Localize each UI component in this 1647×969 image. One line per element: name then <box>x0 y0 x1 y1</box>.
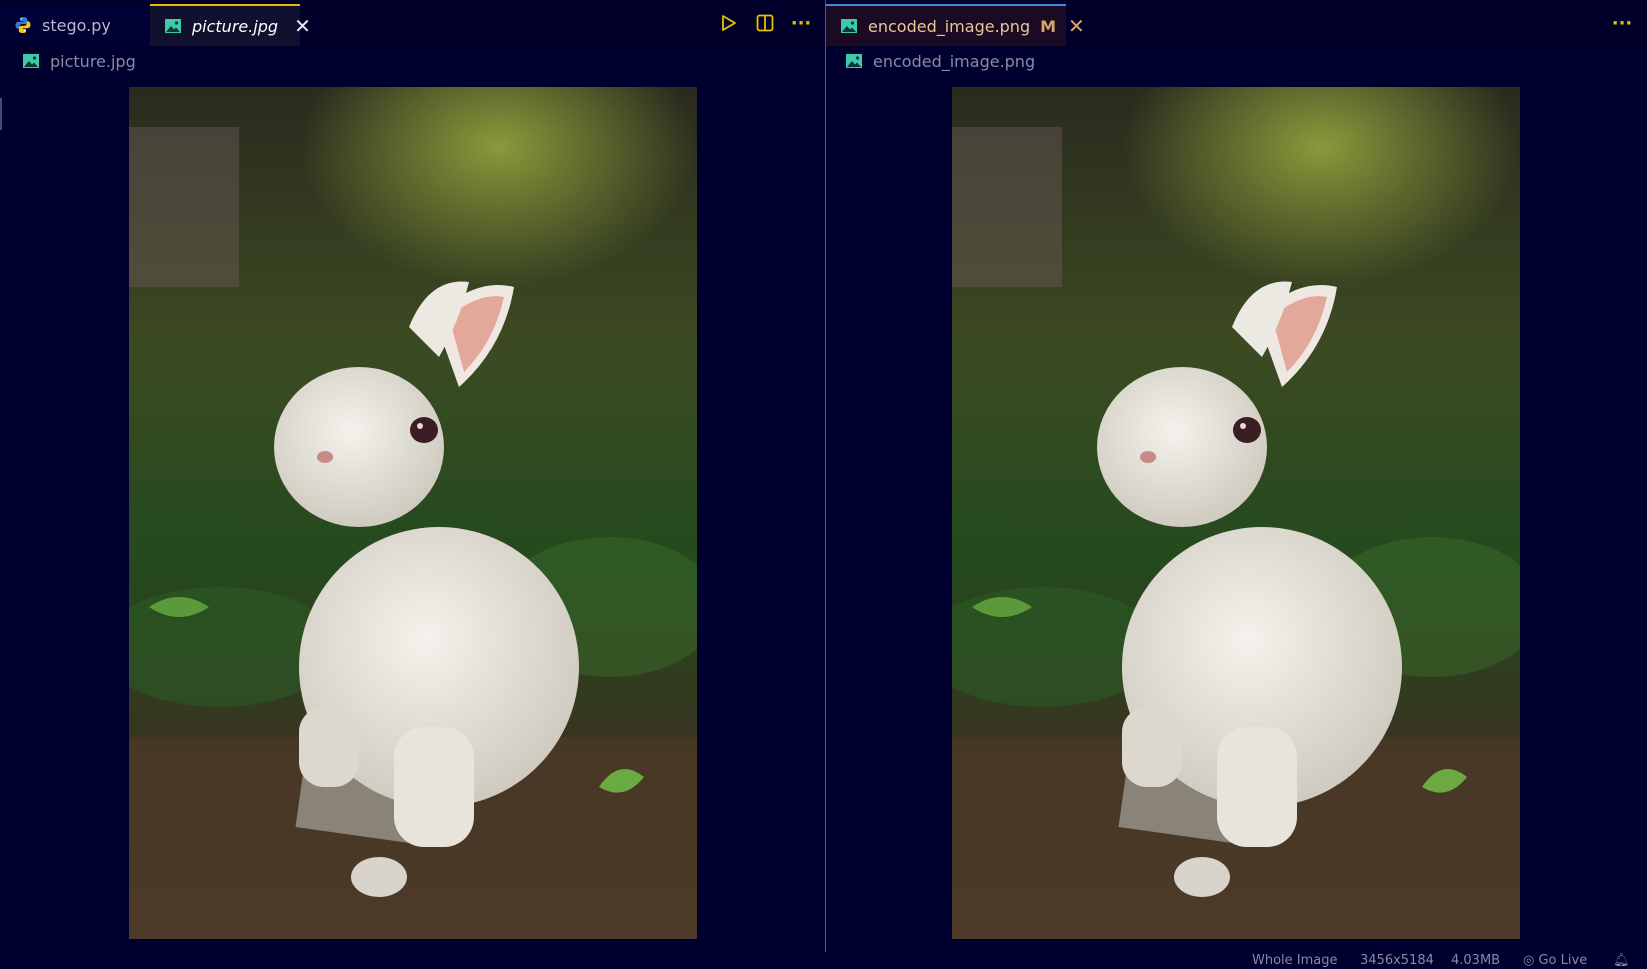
breadcrumb[interactable]: picture.jpg <box>22 50 136 72</box>
python-icon <box>15 17 31 33</box>
close-tab-icon[interactable]: ✕ <box>294 16 311 36</box>
image-icon <box>23 54 39 68</box>
notifications-bell-icon[interactable]: 🔔︎ <box>1613 953 1630 968</box>
status-file-size: 4.03MB <box>1451 953 1501 968</box>
image-icon <box>841 19 857 33</box>
editor-actions-right: ··· <box>1611 12 1633 34</box>
rabbit-photo <box>952 87 1520 939</box>
close-tab-icon[interactable]: ✕ <box>1068 16 1085 36</box>
more-actions-icon[interactable]: ··· <box>790 12 812 34</box>
run-icon[interactable] <box>718 12 740 34</box>
tab-bar-left: stego.py picture.jpg ✕ ··· <box>0 0 824 48</box>
broadcast-icon: ◎ <box>1523 953 1535 968</box>
more-actions-icon[interactable]: ··· <box>1611 12 1633 34</box>
breadcrumb[interactable]: encoded_image.png <box>845 50 1035 72</box>
editor-actions: ··· <box>718 12 812 34</box>
tab-encoded-image-png[interactable]: encoded_image.png M ✕ <box>826 4 1085 46</box>
status-dimensions: 3456x5184 <box>1360 953 1434 968</box>
editor-group-right: encoded_image.png M ✕ ··· encoded_image.… <box>825 0 1647 952</box>
modified-badge: M <box>1040 16 1057 36</box>
breadcrumb-label: picture.jpg <box>50 51 136 71</box>
image-icon <box>165 19 181 33</box>
editor-group-left: stego.py picture.jpg ✕ ··· picture.jpg <box>0 0 824 952</box>
tab-label: stego.py <box>42 15 111 35</box>
image-preview <box>952 87 1520 939</box>
go-live-button[interactable]: ◎ Go Live <box>1523 953 1587 968</box>
image-icon <box>846 54 862 68</box>
go-live-label: Go Live <box>1538 953 1588 968</box>
tab-label: picture.jpg <box>192 16 279 36</box>
tab-picture-jpg[interactable]: picture.jpg ✕ <box>150 4 311 46</box>
status-selection[interactable]: Whole Image <box>1252 953 1338 968</box>
split-editor-icon[interactable] <box>754 12 776 34</box>
scroll-indicator <box>0 98 2 130</box>
breadcrumb-label: encoded_image.png <box>873 51 1036 71</box>
tab-bar-right: encoded_image.png M ✕ ··· <box>826 0 1647 48</box>
status-bar: Whole Image 3456x5184 4.03MB ◎ Go Live 🔔… <box>0 952 1647 969</box>
tab-label: encoded_image.png <box>868 16 1031 36</box>
tab-stego-py[interactable]: stego.py <box>0 4 150 46</box>
image-preview <box>129 87 697 939</box>
rabbit-photo <box>129 87 697 939</box>
